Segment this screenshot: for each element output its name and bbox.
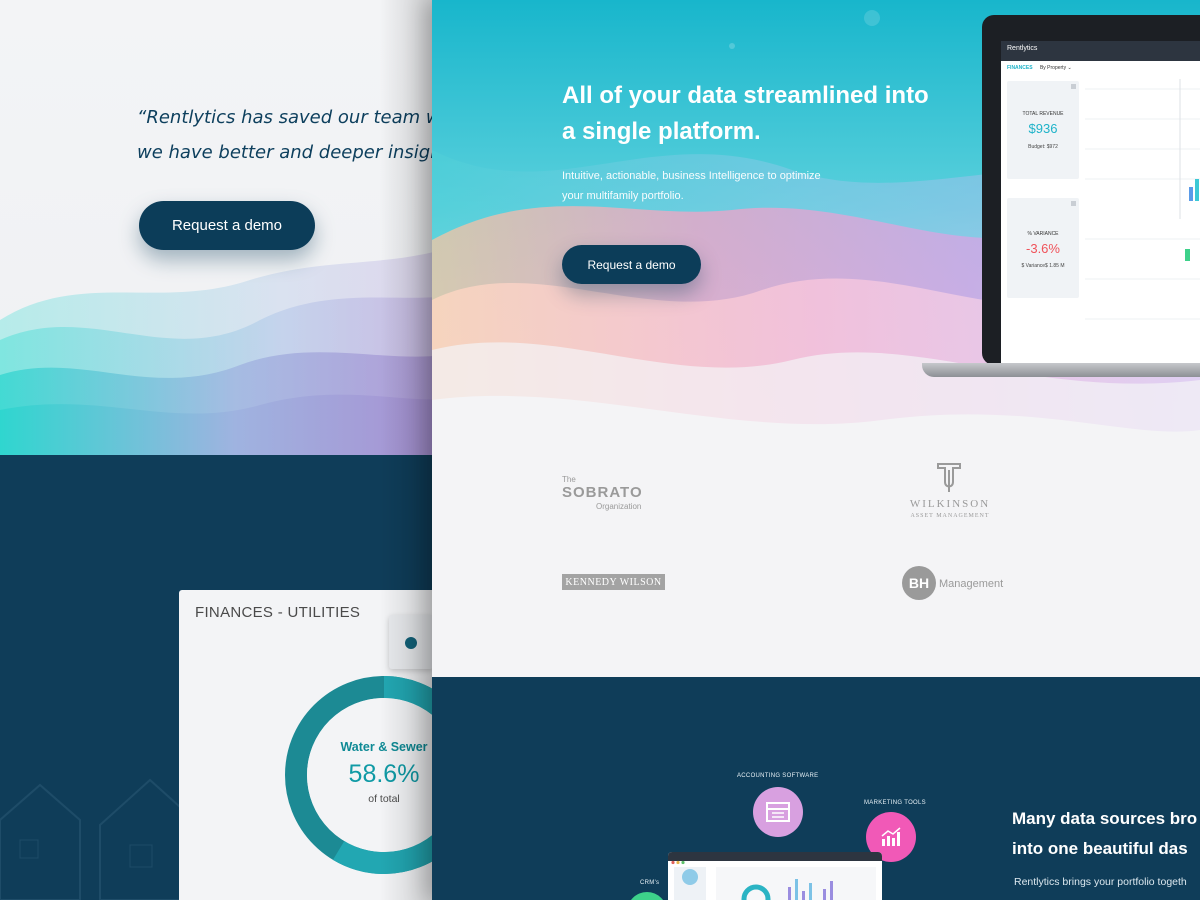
hero-title: All of your data streamlined into a sing… [562, 78, 962, 150]
hero-subtitle-line: your multifamily portfolio. [562, 190, 684, 202]
marketing-tools-label: MARKETING TOOLS [864, 800, 926, 806]
integrations-title-line: into one beautiful das [1012, 839, 1188, 858]
kpi-value: -3.6% [1026, 241, 1060, 256]
window-titlebar [668, 852, 882, 865]
dashboard-mini-charts [1085, 79, 1200, 320]
dashboard-screen: Rentlytics FINANCES By Property ⌄ TOTAL … [1001, 41, 1200, 363]
dashboard-brand: Rentlytics [1007, 45, 1038, 52]
laptop-frame: Rentlytics FINANCES By Property ⌄ TOTAL … [982, 15, 1200, 365]
expand-icon[interactable] [1071, 84, 1076, 89]
hero-subtitle-line: Intuitive, actionable, business Intellig… [562, 170, 821, 182]
page-shadow [380, 0, 440, 900]
laptop-base [922, 363, 1200, 377]
mini-dashboard-graphics [674, 867, 876, 900]
integrations-subtitle: Rentlytics brings your portfolio togeth [1014, 876, 1187, 888]
property-filter-dropdown[interactable]: By Property ⌄ [1040, 65, 1072, 71]
bar-chart-icon [881, 827, 901, 846]
kpi-total-revenue: TOTAL REVENUE $936 Budget: $972 [1007, 81, 1079, 179]
dashboard-topbar: Rentlytics [1001, 41, 1200, 61]
right-page: All of your data streamlined into a sing… [432, 0, 1200, 900]
logo-text: The [562, 475, 576, 484]
hero-title-line: All of your data streamlined into [562, 82, 929, 109]
logo-text: SOBRATO [562, 484, 643, 501]
kpi-footer: Budget: $972 [1028, 144, 1058, 150]
crm-label: CRM's [640, 880, 660, 886]
hero-title-line: a single platform. [562, 118, 761, 145]
wilkinson-crest-icon [937, 463, 961, 492]
expand-icon[interactable] [1071, 201, 1076, 206]
integrations-title-line: Many data sources bro [1012, 809, 1198, 828]
tab-finances[interactable]: FINANCES [1007, 65, 1033, 71]
bh-management-logo: BH Management [902, 566, 1012, 602]
dashboard-tabs: FINANCES By Property ⌄ [1007, 65, 1072, 71]
logo-text: Organization [596, 502, 642, 511]
accounting-software-label: ACCOUNTING SOFTWARE [737, 773, 819, 779]
sobrato-logo: The SOBRATO Organization [562, 475, 672, 515]
wilkinson-logo: WILKINSON ASSET MANAGEMENT [900, 462, 1000, 527]
crm-bubble [627, 892, 667, 900]
kpi-variance: % VARIANCE -3.6% $ Variance$ 1.85 M [1007, 198, 1079, 298]
hero-request-demo-button[interactable]: Request a demo [562, 245, 701, 284]
request-demo-button[interactable]: Request a demo [139, 201, 315, 250]
kpi-footer: $ Variance$ 1.85 M [1021, 263, 1065, 269]
logo-text: Management [939, 578, 1004, 590]
card-title: FINANCES - UTILITIES [195, 604, 361, 621]
logo-text: ASSET MANAGEMENT [910, 513, 990, 519]
logo-text: WILKINSON [909, 498, 991, 510]
hero-subtitle: Intuitive, actionable, business Intellig… [562, 166, 862, 206]
mini-dashboard-window [668, 852, 882, 900]
bh-logo-mark: BH [902, 566, 936, 600]
accounting-software-bubble [753, 787, 803, 837]
laptop-mockup: Rentlytics FINANCES By Property ⌄ TOTAL … [922, 15, 1200, 385]
kennedy-wilson-logo: KENNEDY WILSON [562, 574, 665, 590]
kpi-label: % VARIANCE [1027, 231, 1059, 237]
kpi-label: TOTAL REVENUE [1022, 111, 1064, 117]
integrations-section: ACCOUNTING SOFTWARE MARKETING TOOLS CRM'… [432, 677, 1200, 900]
left-page: “Rentlytics has saved our team we we hav… [0, 0, 470, 900]
kpi-value: $936 [1028, 121, 1058, 136]
spreadsheet-icon [766, 802, 790, 822]
integrations-title: Many data sources bro into one beautiful… [1012, 804, 1200, 864]
